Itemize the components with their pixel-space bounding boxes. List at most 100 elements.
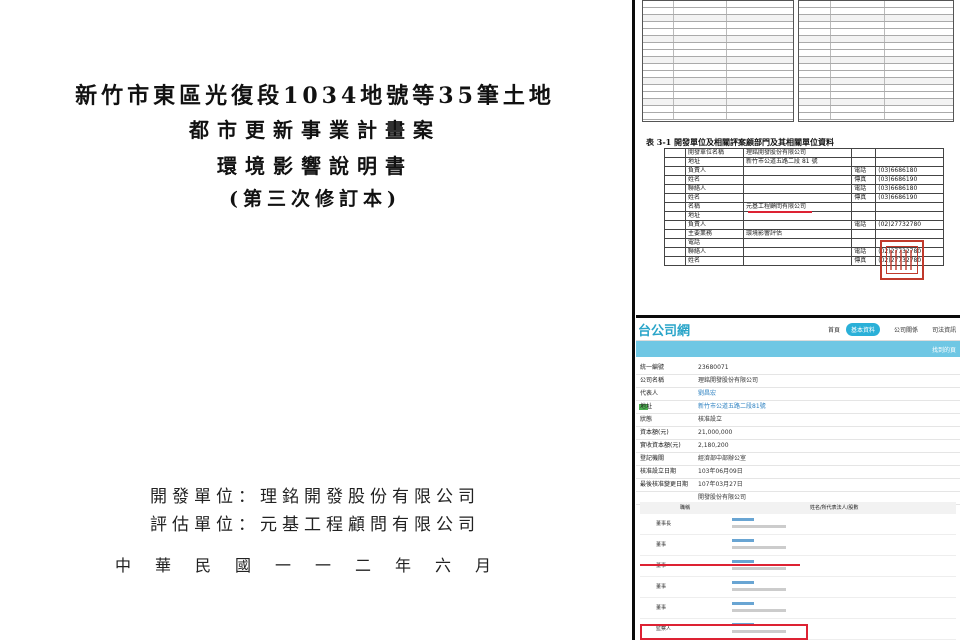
directors-rows: 董事長 董事 董事 董事 董事 監察人: [640, 514, 956, 640]
table-cell: 新竹市公道五路二段 81 號: [743, 157, 853, 167]
table-cell: [743, 175, 853, 185]
field-row: 狀態 核准設立: [636, 414, 960, 427]
table-caption: 表 3-1 開發單位及相關評案顧部門及其相關單位資料: [646, 137, 835, 147]
grid-row: [643, 1, 793, 8]
director-detail: [732, 567, 786, 570]
director-name-link[interactable]: [732, 539, 754, 542]
field-value: 經濟部中部辦公室: [698, 455, 747, 462]
table-row: 姓名 傳真 (03)6686190: [664, 193, 944, 203]
director-detail: [732, 588, 786, 591]
grid-row: [799, 43, 953, 50]
table-cell: 地址: [684, 157, 745, 167]
grid-row: [643, 15, 793, 22]
site-nav-bar: 台公司網 首頁 基本資料 公司關係 司法資訊: [636, 318, 960, 341]
grid-row: [799, 92, 953, 99]
grid-row: [643, 64, 793, 71]
nav-home-link[interactable]: 首頁: [828, 325, 840, 334]
table-cell: [851, 229, 877, 239]
grid-row: [799, 15, 953, 22]
document-table-panel: 表 3-1 開發單位及相關評案顧部門及其相關單位資料 開發單位名稱 理銘開發股份有…: [636, 0, 960, 318]
grid-row: [643, 36, 793, 43]
table-cell: [664, 238, 686, 248]
cover-title-line-3: 環境影響說明書: [217, 154, 413, 178]
signature-grid-left: [642, 0, 794, 122]
field-label: 統一編號: [640, 364, 665, 371]
nav-company-relations-link[interactable]: 公司關係: [894, 325, 918, 334]
grid-row: [799, 8, 953, 15]
director-name-link[interactable]: [732, 602, 754, 605]
director-name-link[interactable]: [732, 581, 754, 584]
grid-row: [799, 57, 953, 64]
table-row: 負責人 電話 (02)27732780: [664, 220, 944, 230]
field-label: 狀態: [640, 416, 653, 423]
grid-row: [643, 50, 793, 57]
field-label: 實收資本額(元): [640, 442, 681, 449]
table-cell: [875, 157, 944, 167]
table-cell: 傳真: [851, 175, 877, 185]
grid-row: [643, 92, 793, 99]
director-role: 董事: [656, 584, 667, 590]
directors-section: 職稱 姓名/所代表法人/股數 董事長 董事 董事 董事 董事 監察人: [640, 502, 956, 640]
table-cell: [875, 148, 944, 158]
grid-row: [799, 71, 953, 78]
field-row: 核准設立日期 103年06月09日: [636, 466, 960, 479]
header-band-link[interactable]: 找到的頁: [932, 345, 956, 354]
nav-judicial-info-link[interactable]: 司法資訊: [932, 325, 956, 334]
table-cell: [875, 229, 944, 239]
table-row: 負責人 電話 (03)6686180: [664, 166, 944, 176]
director-role: 董事: [656, 542, 667, 548]
director-row: 董事: [640, 556, 956, 577]
field-label: 地址: [640, 403, 653, 410]
director-detail: [732, 546, 786, 549]
grid-row: [799, 22, 953, 29]
table-cell: 電話: [851, 220, 877, 230]
table-cell: 姓名: [684, 193, 745, 203]
grid-row: [643, 29, 793, 36]
field-value: 107年03月27日: [698, 481, 743, 488]
table-cell: [664, 211, 686, 221]
director-role: 董事: [656, 605, 667, 611]
table-cell: 開發單位名稱: [684, 148, 745, 158]
directors-header: 職稱 姓名/所代表法人/股數: [640, 502, 956, 514]
table-cell: 負責人: [684, 220, 745, 230]
site-logo[interactable]: 台公司網: [638, 320, 690, 339]
table-cell: [851, 238, 877, 248]
table-cell: 電話: [851, 166, 877, 176]
table-cell: 姓名: [684, 256, 745, 266]
table-cell: [664, 220, 686, 230]
director-name-link[interactable]: [732, 518, 754, 521]
table-cell: 傳真: [851, 193, 877, 203]
grid-row: [799, 1, 953, 8]
company-seal-stamp: [880, 240, 924, 280]
field-value[interactable]: 新竹市公道五路二段81號: [698, 401, 766, 413]
directors-header-name: 姓名/所代表法人/股數: [810, 505, 859, 511]
directors-header-role: 職稱: [680, 505, 691, 511]
field-value: 103年06月09日: [698, 468, 743, 475]
table-cell: 環境影響評估: [743, 229, 853, 239]
grid-row: [643, 106, 793, 113]
table-cell: (03)6686180: [875, 184, 944, 194]
nav-basic-info-tab[interactable]: 基本資料: [846, 322, 881, 336]
field-label: 登記機關: [640, 455, 665, 462]
table-cell: 負責人: [684, 166, 745, 176]
director-name-link[interactable]: [732, 560, 754, 563]
director-detail: [732, 609, 786, 612]
table-cell: (03)6686190: [875, 175, 944, 185]
table-cell: [743, 184, 853, 194]
table-row: 地址 新竹市公道五路二段 81 號: [664, 157, 944, 167]
field-row: 代表人 劉昌宏: [636, 388, 960, 401]
table-cell: 電話: [684, 238, 745, 248]
table-cell: 電話: [851, 247, 877, 257]
grid-row: [643, 43, 793, 50]
report-cover-page: 新竹市東區光復段1034地號等35筆土地 都市更新事業計畫案 環境影響說明書 (…: [0, 0, 630, 640]
field-row: 登記機關 經濟部中部辦公室: [636, 453, 960, 466]
table-row: 開發單位名稱 理銘開發股份有限公司: [664, 148, 944, 158]
table-cell: [851, 148, 877, 158]
field-value[interactable]: 劉昌宏: [698, 388, 716, 400]
grid-row: [799, 29, 953, 36]
grid-row: [799, 64, 953, 71]
grid-row: [643, 71, 793, 78]
director-row: 董事: [640, 598, 956, 619]
field-row: 公司名稱 理銘開發股份有限公司: [636, 375, 960, 388]
table-cell: [875, 202, 944, 212]
